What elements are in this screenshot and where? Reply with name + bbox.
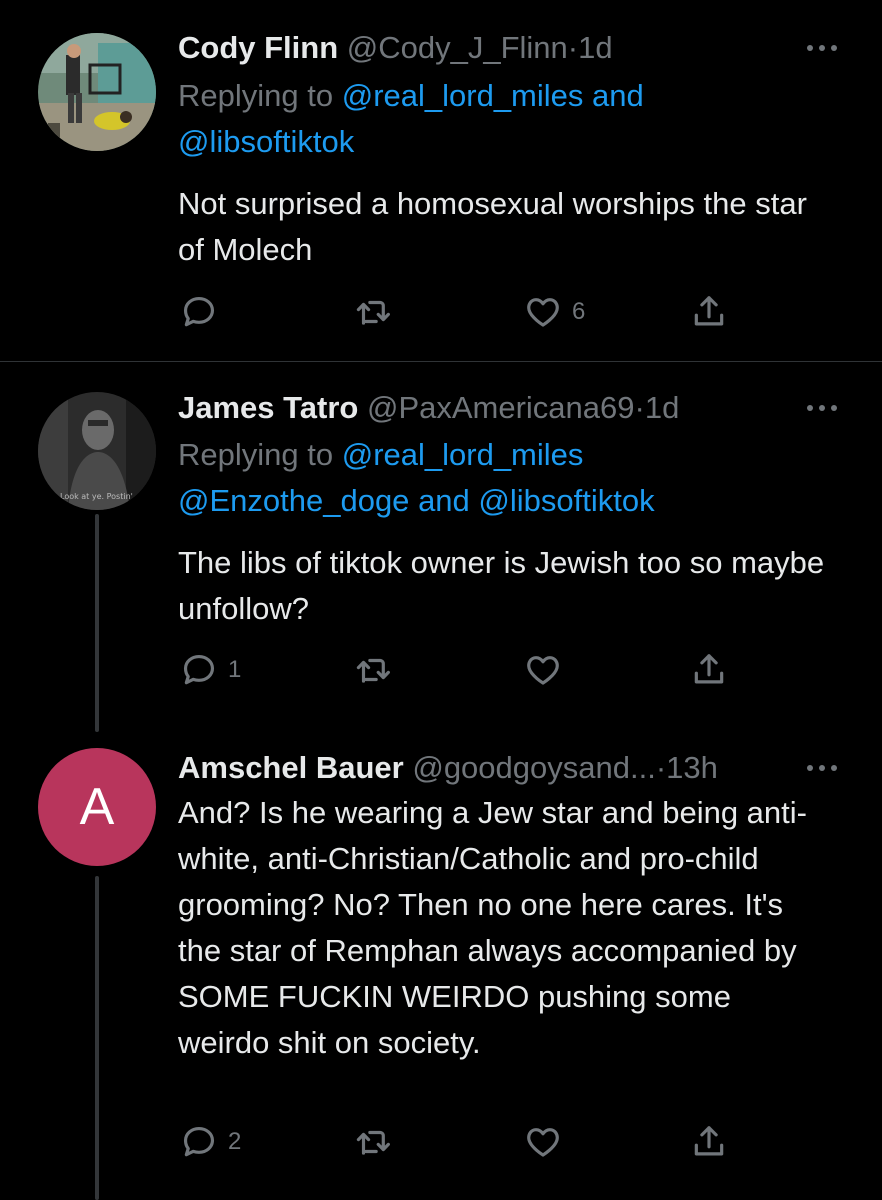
tweet-text: Not surprised a homosexual worships the … xyxy=(178,186,807,267)
like-button[interactable] xyxy=(524,1122,562,1162)
retweet-icon xyxy=(356,300,390,325)
user-handle[interactable]: @PaxAmericana69 xyxy=(367,390,635,425)
more-options-button[interactable] xyxy=(800,38,844,58)
tweet-text: And? Is he wearing a Jew star and being … xyxy=(178,795,807,1060)
retweet-icon xyxy=(356,658,390,683)
display-name[interactable]: Cody Flinn xyxy=(178,30,338,65)
mention-link[interactable]: @libsoftiktok xyxy=(178,124,354,159)
avatar-cody-flinn[interactable] xyxy=(38,33,156,151)
retweet-button[interactable] xyxy=(354,650,392,690)
tweet-james-tatro[interactable]: Look at ye. Postin' cringe James Tatro @… xyxy=(0,362,882,748)
more-options-button[interactable] xyxy=(800,758,844,778)
reply-icon xyxy=(183,1126,215,1157)
replying-label: Replying to xyxy=(178,78,334,113)
more-icon xyxy=(807,765,837,771)
avatar-james-tatro[interactable]: Look at ye. Postin' cringe xyxy=(38,392,156,510)
reply-button[interactable]: 1 xyxy=(180,650,241,690)
tweet-cody-flinn[interactable]: Cody Flinn @Cody_J_Flinn·1d Replying to … xyxy=(0,0,882,361)
avatar-photo xyxy=(38,33,156,151)
reply-icon xyxy=(183,296,215,327)
more-icon xyxy=(807,405,837,411)
display-name[interactable]: James Tatro xyxy=(178,390,358,425)
tweet-header: Cody Flinn @Cody_J_Flinn·1d xyxy=(178,28,782,68)
tweet-header: James Tatro @PaxAmericana69·1d xyxy=(178,388,782,428)
more-options-button[interactable] xyxy=(800,398,844,418)
share-button[interactable] xyxy=(690,650,728,690)
like-icon xyxy=(527,656,559,685)
thread-line xyxy=(95,876,99,1200)
reply-button[interactable]: 2 xyxy=(180,1122,241,1162)
mention-link[interactable]: @real_lord_miles xyxy=(342,78,584,113)
reply-count: 2 xyxy=(228,1128,242,1155)
more-icon xyxy=(807,45,837,51)
thread-line xyxy=(95,514,99,732)
tweet-amschel-bauer[interactable]: A Amschel Bauer @goodgoysand...·13h And?… xyxy=(0,748,882,1200)
replying-to: Replying to @real_lord_miles @Enzothe_do… xyxy=(178,432,818,524)
retweet-button[interactable] xyxy=(354,1122,392,1162)
timestamp[interactable]: 13h xyxy=(666,750,718,785)
like-icon xyxy=(527,298,559,327)
avatar-caption: Look at ye. Postin' cringe xyxy=(60,492,156,501)
retweet-icon xyxy=(356,1130,390,1155)
reply-button[interactable] xyxy=(180,292,218,332)
mention-link[interactable]: @libsoftiktok xyxy=(478,483,654,518)
display-name[interactable]: Amschel Bauer xyxy=(178,750,404,785)
tweet-header: Amschel Bauer @goodgoysand...·13h xyxy=(178,748,782,788)
mention-link[interactable]: @real_lord_miles xyxy=(342,437,584,472)
like-icon xyxy=(527,1128,559,1157)
share-button[interactable] xyxy=(690,1122,728,1162)
share-icon xyxy=(694,296,724,326)
user-handle[interactable]: @goodgoysand... xyxy=(412,750,655,785)
reply-count: 1 xyxy=(228,656,242,683)
retweet-button[interactable] xyxy=(354,292,392,332)
user-handle[interactable]: @Cody_J_Flinn xyxy=(347,30,568,65)
separator-dot: · xyxy=(567,30,579,65)
replying-label: Replying to xyxy=(178,437,334,472)
avatar-letter: A xyxy=(79,778,115,836)
timestamp[interactable]: 1d xyxy=(645,390,679,425)
separator-dot: · xyxy=(655,750,667,785)
avatar-amschel-bauer[interactable]: A xyxy=(38,748,156,866)
like-button[interactable]: 6 xyxy=(524,292,585,332)
tweet-text: The libs of tiktok owner is Jewish too s… xyxy=(178,545,825,626)
replying-to: Replying to @real_lord_miles and @libsof… xyxy=(178,73,818,165)
like-count: 6 xyxy=(572,298,586,325)
and-word: and xyxy=(592,78,644,113)
and-word: and xyxy=(418,483,470,518)
share-icon xyxy=(694,1126,724,1156)
separator-dot: · xyxy=(634,390,645,425)
share-button[interactable] xyxy=(690,292,728,332)
share-icon xyxy=(694,654,724,684)
reply-icon xyxy=(183,654,215,685)
timestamp[interactable]: 1d xyxy=(578,30,612,65)
like-button[interactable] xyxy=(524,650,562,690)
mention-link[interactable]: @Enzothe_doge xyxy=(178,483,409,518)
